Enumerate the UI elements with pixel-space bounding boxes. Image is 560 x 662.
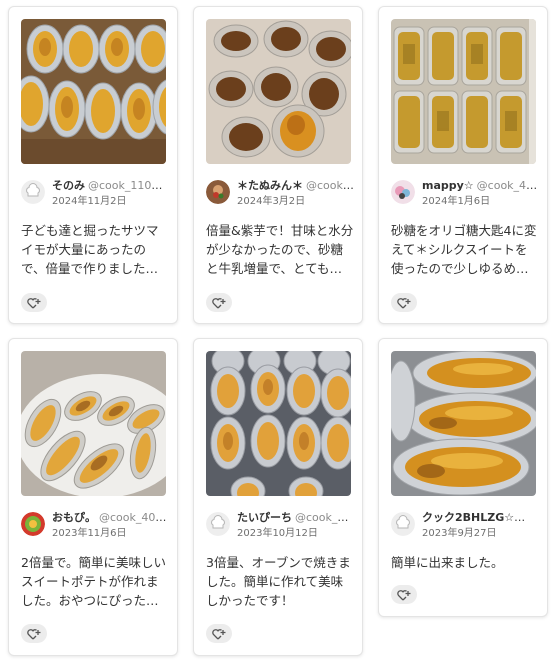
user-name[interactable]: そのみ [52,179,85,192]
sweet-potato-photo [21,351,166,496]
post-comment: 倍量&紫芋で！甘味と水分が少なかったので、砂糖と牛乳増量で、とても美味しかっ..… [206,223,354,276]
post-photo[interactable] [206,351,351,496]
post-meta: クック2BHLZG☆@co... 2023年9月27日 [391,510,539,544]
post-date: 2023年11月6日 [52,528,127,539]
post-comment: 2倍量で。簡単に美味しいスイートポテトが作れました。おやつにぴったり♡ [21,555,166,608]
like-button[interactable] [391,293,417,312]
post-card[interactable]: mappy☆ @cook_40... 2024年1月6日 砂糖をオリゴ糖大匙4に変… [378,6,548,324]
sweet-potato-photo [391,351,536,496]
post-meta: たいぴーち@cook_41... 2023年10月12日 [206,510,354,544]
post-date: 2024年3月2日 [237,196,306,207]
user-name[interactable]: mappy☆ [422,179,474,192]
heart-plus-icon [397,297,411,308]
post-photo[interactable] [391,19,536,164]
post-date: 2024年11月2日 [52,196,127,207]
like-button[interactable] [21,624,47,643]
post-photo[interactable] [21,19,166,164]
sweet-potato-photo [206,351,351,496]
post-date: 2024年1月6日 [422,196,491,207]
post-photo[interactable] [391,351,536,496]
post-card[interactable]: おもぴ。@cook_4010... 2023年11月6日 2倍量で。簡単に美味し… [8,338,178,656]
tsukurepo-grid: そのみ @cook_11083... 2024年11月2日 子ども達と掘ったサツマ… [0,0,560,662]
chef-hat-icon[interactable] [391,512,415,536]
post-date: 2023年9月27日 [422,528,497,539]
like-button[interactable] [206,293,232,312]
sweet-potato-photo [206,19,351,164]
post-meta: おもぴ。@cook_4010... 2023年11月6日 [21,510,169,544]
chef-hat-icon[interactable] [206,512,230,536]
heart-plus-icon [397,589,411,600]
user-handle: @cook_41... [295,511,354,524]
post-comment: 簡単に出来ました。 [391,555,504,570]
heart-plus-icon [212,297,226,308]
user-name[interactable]: おもぴ。 [52,511,96,524]
user-name[interactable]: たいぴーち [237,511,292,524]
post-card[interactable]: たいぴーち@cook_41... 2023年10月12日 3倍量、オーブンで焼き… [193,338,363,656]
post-comment: 子ども達と掘ったサツマイモが大量にあったので、倍量で作りました！ 簡単で美味しか… [21,223,159,276]
chef-hat-icon[interactable] [21,180,45,204]
user-photo-avatar[interactable] [391,180,415,204]
sweet-potato-photo [391,19,536,164]
like-button[interactable] [21,293,47,312]
user-photo-avatar[interactable] [206,180,230,204]
post-photo[interactable] [206,19,351,164]
user-name[interactable]: クック2BHLZG☆ [422,511,525,524]
post-card[interactable]: そのみ @cook_11083... 2024年11月2日 子ども達と掘ったサツマ… [8,6,178,324]
post-meta: ＊たぬみん＊ @cook_... 2024年3月2日 [206,178,354,212]
post-meta: mappy☆ @cook_40... 2024年1月6日 [391,178,539,212]
post-meta: そのみ @cook_11083... 2024年11月2日 [21,178,169,212]
heart-plus-icon [212,628,226,639]
user-handle: @cook_4010... [99,511,169,524]
heart-plus-icon [27,628,41,639]
like-button[interactable] [391,585,417,604]
user-handle: @cook_... [306,179,354,192]
post-card[interactable]: クック2BHLZG☆@co... 2023年9月27日 簡単に出来ました。 [378,338,548,617]
like-button[interactable] [206,624,232,643]
post-photo[interactable] [21,351,166,496]
post-comment: 砂糖をオリゴ糖大匙4に変えて＊シルクスイートを使ったので少しゆるめになってしまい… [391,223,537,276]
post-card[interactable]: ＊たぬみん＊ @cook_... 2024年3月2日 倍量&紫芋で！甘味と水分が少… [193,6,363,324]
user-photo-avatar[interactable] [21,512,45,536]
user-handle: @cook_40... [476,179,539,192]
user-handle: @cook_11083... [88,179,169,192]
heart-plus-icon [27,297,41,308]
sweet-potato-photo [21,19,166,164]
post-date: 2023年10月12日 [237,528,318,539]
post-comment: 3倍量、オーブンで焼きました。簡単に作れて美味しかったです！ [206,555,351,608]
user-name[interactable]: ＊たぬみん＊ [237,179,303,192]
